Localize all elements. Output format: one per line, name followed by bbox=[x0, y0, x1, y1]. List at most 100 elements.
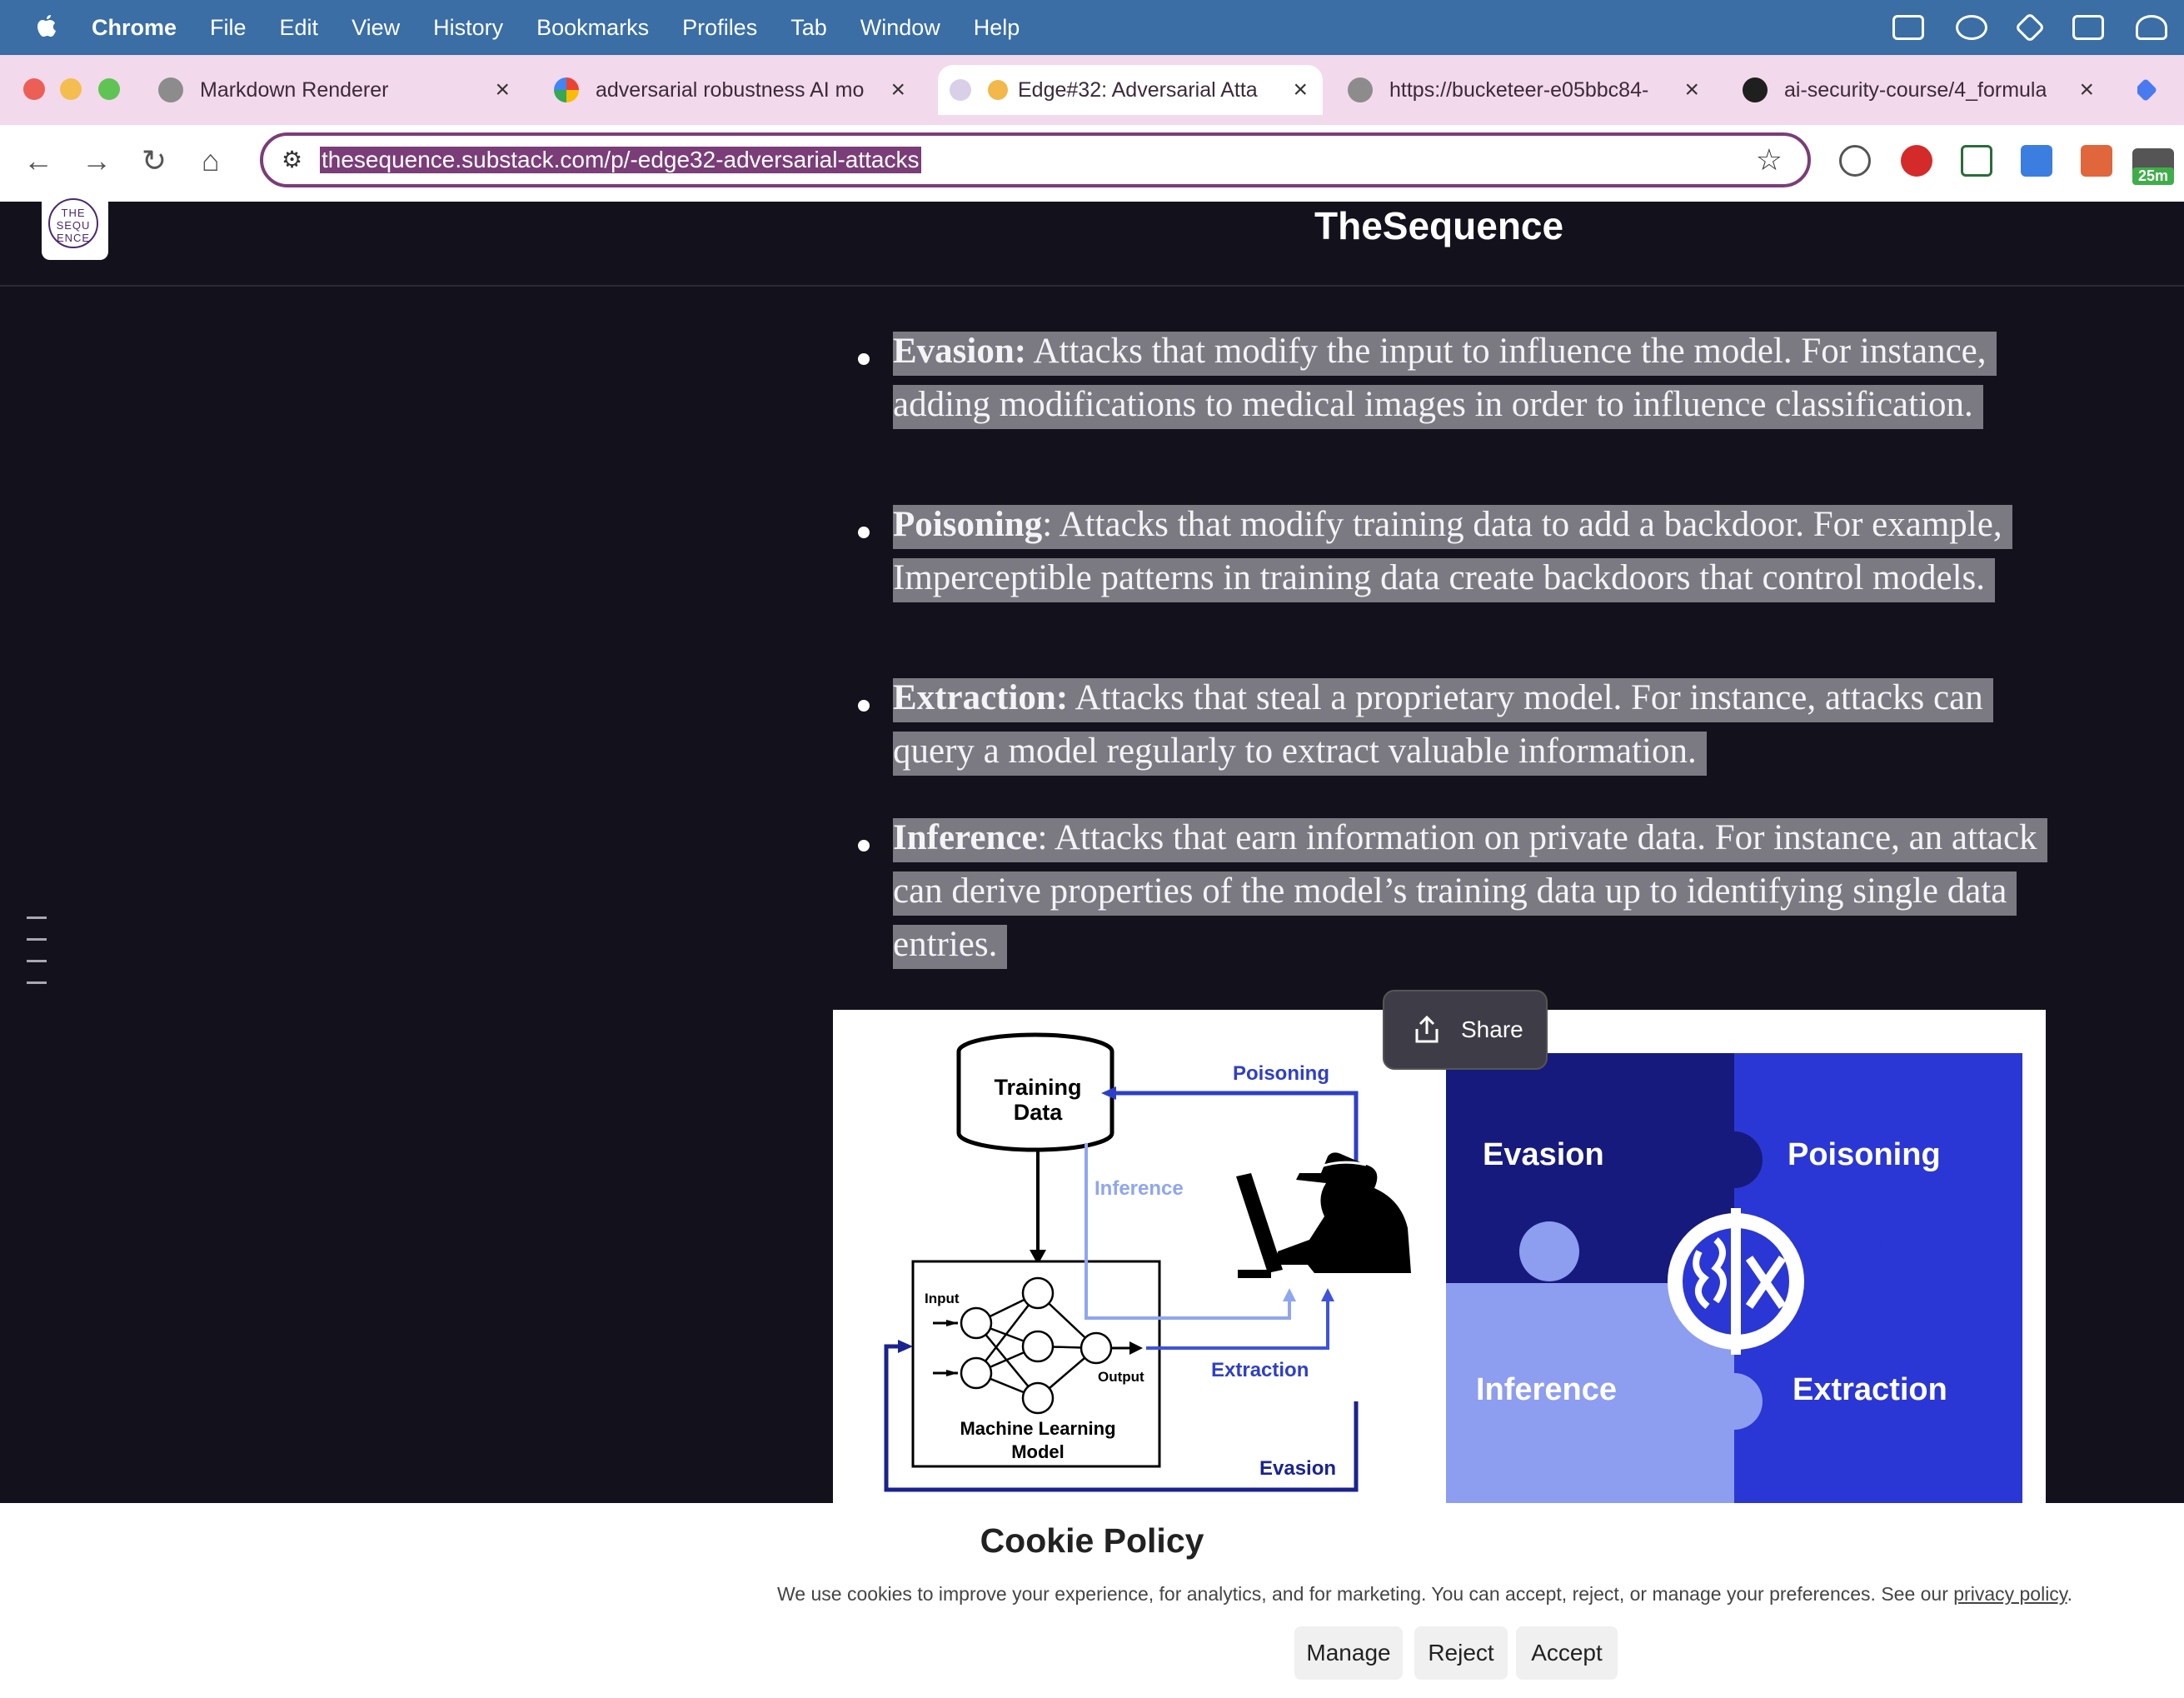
cookie-description: We use cookies to improve your experienc… bbox=[777, 1583, 2072, 1606]
extraction-arrow-label: Extraction bbox=[1211, 1359, 1309, 1381]
extension-sidebar-icon[interactable] bbox=[2021, 145, 2052, 177]
google-icon bbox=[554, 77, 579, 102]
puzzle-extraction-label: Extraction bbox=[1793, 1372, 1947, 1407]
puzzle-evasion-label: Evasion bbox=[1483, 1137, 1604, 1172]
gemini-icon bbox=[2137, 77, 2158, 102]
address-bar[interactable]: ⚙ thesequence.substack.com/p/-edge32-adv… bbox=[260, 132, 1811, 187]
minimize-window-button[interactable] bbox=[60, 78, 82, 100]
menu-app-name[interactable]: Chrome bbox=[92, 15, 177, 41]
menu-bookmarks[interactable]: Bookmarks bbox=[536, 15, 649, 41]
site-name[interactable]: TheSequence bbox=[1314, 203, 1563, 248]
puzzle-graphic: Evasion Poisoning Inference Extraction bbox=[1446, 1053, 2022, 1503]
tab-title: ai-security-course/4_formula bbox=[1784, 77, 2047, 102]
toc-line[interactable] bbox=[27, 938, 47, 941]
substack-icon bbox=[950, 79, 971, 101]
toc-line[interactable] bbox=[27, 916, 47, 919]
article-figure[interactable]: Training Data Input Output Machine Learni… bbox=[833, 1010, 2046, 1503]
macos-menubar: Chrome File Edit View History Bookmarks … bbox=[0, 0, 2184, 55]
menu-view[interactable]: View bbox=[352, 15, 400, 41]
close-tab-icon[interactable]: × bbox=[495, 76, 510, 104]
bullet-dot bbox=[858, 527, 870, 538]
close-tab-icon[interactable]: × bbox=[1293, 76, 1308, 104]
term-evasion: Evasion: bbox=[893, 332, 1027, 371]
poisoning-arrow-label: Poisoning bbox=[1233, 1062, 1329, 1085]
site-logo[interactable]: THE SEQU ENCE bbox=[42, 193, 108, 260]
bookmark-star-icon[interactable]: ☆ bbox=[1756, 142, 1783, 177]
bullet-text: Poisoning: Attacks that modify training … bbox=[893, 498, 2034, 605]
term-poisoning: Poisoning bbox=[893, 505, 1043, 544]
bullet-dot bbox=[858, 353, 870, 365]
reject-button[interactable]: Reject bbox=[1414, 1626, 1508, 1680]
menu-profiles[interactable]: Profiles bbox=[682, 15, 757, 41]
menu-help[interactable]: Help bbox=[974, 15, 1020, 41]
figure-image: Training Data Input Output Machine Learni… bbox=[884, 1032, 2022, 1503]
definition-inference: : Attacks that earn information on priva… bbox=[893, 818, 2037, 964]
bullet-text: Evasion: Attacks that modify the input t… bbox=[893, 325, 2026, 432]
tab-title: Edge#32: Adversarial Atta bbox=[1018, 77, 1258, 102]
cookie-banner: Cookie Policy We use cookies to improve … bbox=[0, 1503, 2184, 1698]
input-label: Input bbox=[925, 1291, 960, 1306]
toc-line[interactable] bbox=[27, 960, 47, 962]
close-window-button[interactable] bbox=[23, 78, 45, 100]
training-data-line2: Data bbox=[1014, 1100, 1064, 1125]
zoom-window-button[interactable] bbox=[98, 78, 120, 100]
manage-button[interactable]: Manage bbox=[1294, 1626, 1403, 1680]
extension-recycle-icon[interactable] bbox=[1839, 145, 1871, 177]
toc-line[interactable] bbox=[27, 981, 47, 984]
site-header bbox=[0, 202, 2184, 287]
close-tab-icon[interactable]: × bbox=[1684, 76, 1699, 104]
close-tab-icon[interactable]: × bbox=[2079, 76, 2094, 104]
extension-chart-icon[interactable] bbox=[2081, 145, 2112, 177]
user-icon[interactable] bbox=[2136, 15, 2167, 40]
coffee-icon[interactable] bbox=[1956, 15, 1987, 40]
term-inference: Inference bbox=[893, 818, 1038, 857]
address-bar-url[interactable]: thesequence.substack.com/p/-edge32-adver… bbox=[320, 147, 921, 173]
extension-record-icon[interactable] bbox=[1901, 145, 1932, 177]
model-label-text: Machine Learning bbox=[960, 1418, 1115, 1439]
faces-icon bbox=[988, 80, 1008, 100]
menu-tab[interactable]: Tab bbox=[790, 15, 827, 41]
bullet-text: Inference: Attacks that earn information… bbox=[893, 812, 2059, 971]
extension-timer-icon[interactable]: 25m bbox=[2132, 148, 2174, 185]
menu-window[interactable]: Window bbox=[860, 15, 940, 41]
share-button[interactable]: Share bbox=[1383, 990, 1548, 1070]
share-icon bbox=[1415, 1016, 1439, 1043]
tab-markdown-renderer[interactable]: Markdown Renderer × bbox=[158, 65, 525, 115]
site-settings-icon[interactable]: ⚙ bbox=[282, 146, 302, 173]
screen-record-icon[interactable] bbox=[2072, 15, 2104, 40]
logo-text: THE SEQU ENCE bbox=[48, 198, 98, 248]
privacy-policy-link[interactable]: privacy policy bbox=[1953, 1583, 2067, 1605]
output-label: Output bbox=[1098, 1369, 1144, 1385]
globe-icon bbox=[158, 77, 183, 102]
reload-icon[interactable]: ↻ bbox=[142, 143, 167, 178]
stats-icon[interactable] bbox=[1892, 15, 1924, 40]
tab-edge32-active[interactable]: Edge#32: Adversarial Atta × bbox=[938, 65, 1323, 115]
puzzle-poisoning-label: Poisoning bbox=[1788, 1137, 1941, 1172]
training-data-line1: Training bbox=[994, 1075, 1081, 1100]
extension-crop-icon[interactable] bbox=[1961, 145, 1992, 177]
tab-google-search[interactable]: adversarial robustness AI mo × bbox=[554, 65, 920, 115]
menu-edit[interactable]: Edit bbox=[280, 15, 319, 41]
tab-bucketeer[interactable]: https://bucketeer-e05bbc84- × bbox=[1348, 65, 1714, 115]
github-icon bbox=[1743, 77, 1768, 102]
attack-diagram: Training Data Input Output Machine Learni… bbox=[884, 1032, 1411, 1492]
close-tab-icon[interactable]: × bbox=[890, 76, 905, 104]
menu-history[interactable]: History bbox=[433, 15, 503, 41]
menubar-status-icons bbox=[1892, 0, 2167, 55]
evasion-arrow-label: Evasion bbox=[1259, 1457, 1336, 1480]
tab-github[interactable]: ai-security-course/4_formula × bbox=[1743, 65, 2109, 115]
accept-button[interactable]: Accept bbox=[1516, 1626, 1618, 1680]
menu-file[interactable]: File bbox=[210, 15, 247, 41]
share-label: Share bbox=[1461, 1016, 1523, 1042]
cookie-title: Cookie Policy bbox=[980, 1521, 1204, 1560]
forward-icon[interactable]: → bbox=[82, 143, 112, 178]
tab-title: Markdown Renderer bbox=[200, 77, 389, 102]
home-icon[interactable]: ⌂ bbox=[202, 143, 220, 178]
timer-badge: 25m bbox=[2132, 167, 2174, 185]
back-icon[interactable]: ← bbox=[23, 143, 53, 178]
apple-icon[interactable] bbox=[33, 13, 58, 42]
diamond-icon[interactable] bbox=[2014, 12, 2046, 43]
tab-gemini-partial[interactable] bbox=[2137, 65, 2184, 115]
tab-title: https://bucketeer-e05bbc84- bbox=[1389, 77, 1649, 102]
definition-poisoning: : Attacks that modify training data to a… bbox=[893, 505, 2002, 597]
